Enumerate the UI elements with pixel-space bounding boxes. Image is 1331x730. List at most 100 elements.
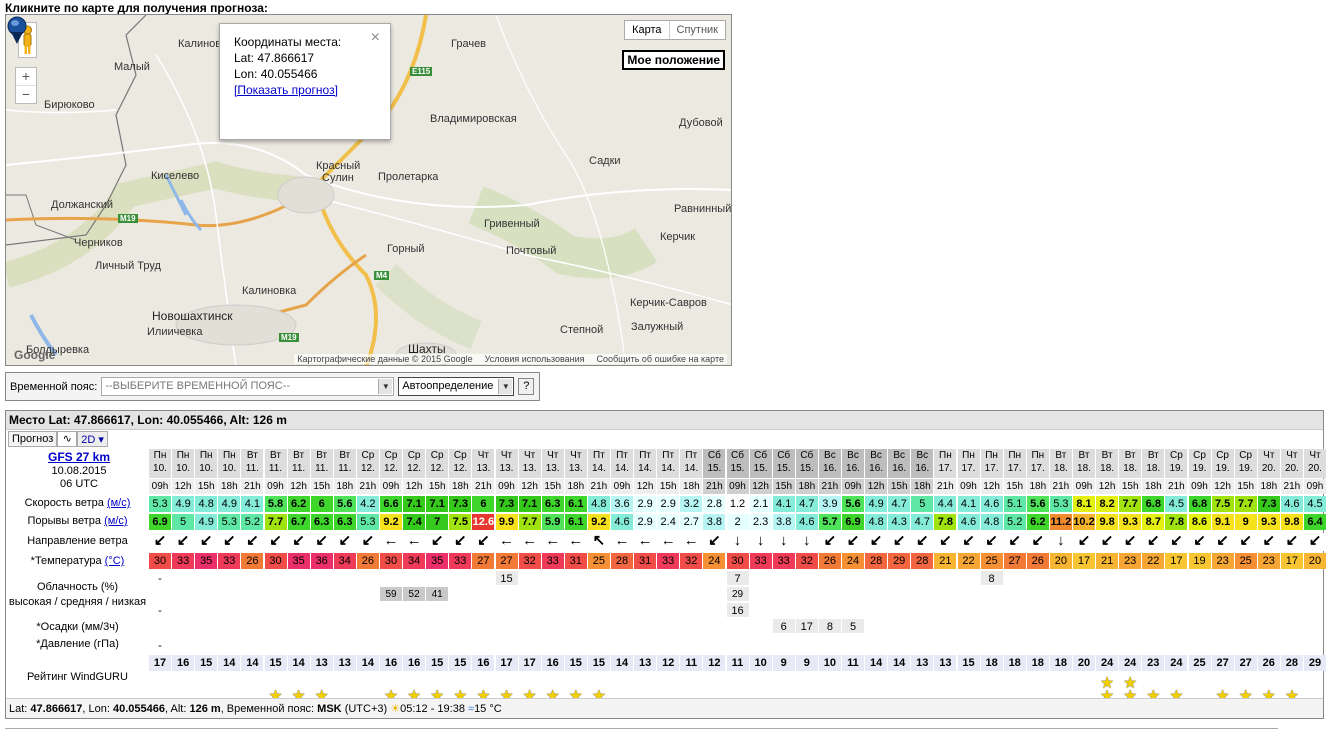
day-cell: Пт 14. xyxy=(634,449,657,478)
map-city: Киселево xyxy=(151,170,200,182)
map-type-satellite-button[interactable]: Спутник xyxy=(670,21,725,39)
wind-direction-cell: ↙ xyxy=(934,533,957,551)
day-cell: Ср 19. xyxy=(1188,449,1211,478)
my-position-button[interactable]: Мое положение xyxy=(622,50,725,70)
day-cell: Вт 18. xyxy=(1096,449,1119,478)
wind-speed-cell: 7.1 xyxy=(403,496,426,512)
map-city: Керчик xyxy=(660,231,696,243)
wind-speed-cell: 6 xyxy=(310,496,333,512)
wind-speed-cell: 6.1 xyxy=(564,496,587,512)
wind-direction-cell: ↓ xyxy=(1049,533,1072,551)
zoom-in-button[interactable]: + xyxy=(16,68,36,85)
pressure-cell: 16 xyxy=(541,655,564,671)
coordinates-popup: × Координаты места: Lat: 47.866617 Lon: … xyxy=(219,23,391,140)
day-cell: Ср 19. xyxy=(1211,449,1234,478)
gust-cell: 5.3 xyxy=(356,514,379,530)
road-label: M19 xyxy=(279,333,299,342)
wind-speed-cell: 8.1 xyxy=(1073,496,1095,512)
wind-direction-cell: ↙ xyxy=(1280,533,1303,551)
temperature-cell: 30 xyxy=(264,553,287,569)
map-pin-icon[interactable] xyxy=(6,15,28,45)
timezone-select[interactable]: --ВЫБЕРИТЕ ВРЕМЕННОЙ ПОЯС-- ▼ xyxy=(101,377,395,396)
temperature-cell: 28 xyxy=(611,553,633,569)
gust-unit-link[interactable]: (м/с) xyxy=(104,515,127,527)
day-cell: Сб 15. xyxy=(772,449,795,478)
tab-forecast[interactable]: Прогноз xyxy=(8,431,58,447)
wind-speed-cell: 5.3 xyxy=(149,496,171,512)
pressure-cell: 15 xyxy=(264,655,287,671)
wind-speed-cell: 4.8 xyxy=(195,496,218,512)
day-cell: Пн 10. xyxy=(172,449,195,478)
cloud-high-cell: 15 xyxy=(495,571,518,585)
wind-speed-cell: 7.3 xyxy=(1257,496,1280,512)
day-cell: Вт 18. xyxy=(1142,449,1165,478)
show-forecast-link[interactable]: [Показать прогноз] xyxy=(234,83,338,97)
map-city: Керчик-Савров xyxy=(630,297,707,309)
wind-speed-cell: 1.2 xyxy=(726,496,749,512)
pressure-cell: 13 xyxy=(333,655,356,671)
gust-cell: 9.1 xyxy=(1211,514,1234,530)
pressure-cell: 12 xyxy=(657,655,680,671)
temp-unit-link[interactable]: (°C) xyxy=(105,555,125,567)
temperature-cell: 35 xyxy=(426,553,449,569)
gust-cell: 3.8 xyxy=(703,514,726,530)
wind-speed-cell: 7.3 xyxy=(495,496,518,512)
gust-cell: 2.3 xyxy=(749,514,772,530)
terms-link[interactable]: Условия использования xyxy=(485,354,585,364)
wind-unit-link[interactable]: (м/с) xyxy=(107,497,130,509)
day-cell: Ср 12. xyxy=(356,449,379,478)
wind-direction-cell: ↙ xyxy=(218,533,241,551)
pressure-cell: 16 xyxy=(172,655,195,671)
hour-cell: 21h xyxy=(818,479,841,494)
view-mode-select[interactable]: 2D ▾ xyxy=(77,431,108,447)
wind-direction-cell: ↙ xyxy=(1142,533,1165,551)
pressure-cell: 28 xyxy=(1280,655,1303,671)
map-city: Гривенный xyxy=(484,218,540,230)
temperature-cell: 33 xyxy=(218,553,241,569)
wind-direction-cell: ↙ xyxy=(1003,533,1026,551)
wind-speed-cell: 4.1 xyxy=(772,496,795,512)
wind-direction-cell: ← xyxy=(380,533,402,551)
cloud-high-cell: 8 xyxy=(980,571,1003,585)
temperature-cell: 27 xyxy=(472,553,495,569)
day-cell: Сб 15. xyxy=(726,449,749,478)
gust-cell: 4.6 xyxy=(611,514,633,530)
wind-speed-cell: 4.9 xyxy=(218,496,241,512)
wind-direction-cell: ↙ xyxy=(264,533,287,551)
wind-speed-cell: 4.8 xyxy=(587,496,610,512)
zoom-out-button[interactable]: − xyxy=(16,85,36,103)
gust-cell: 6.3 xyxy=(310,514,333,530)
gust-cell: 4.6 xyxy=(795,514,818,530)
map-city: Горный xyxy=(387,243,425,255)
wind-direction-cell: ↙ xyxy=(1257,533,1280,551)
close-icon[interactable]: × xyxy=(371,30,380,46)
wind-speed-cell: 4.4 xyxy=(934,496,957,512)
temperature-label: *Температура (°C) xyxy=(30,555,125,567)
pressure-cell: 24 xyxy=(1165,655,1188,671)
wind-direction-cell: ← xyxy=(680,533,703,551)
gust-cell: 7.8 xyxy=(934,514,957,530)
map-type-map-button[interactable]: Карта xyxy=(625,21,670,39)
zoom-control: + − xyxy=(15,67,37,104)
wind-direction-cell: ↙ xyxy=(472,533,495,551)
day-cell: Чт 13. xyxy=(472,449,495,478)
gust-cell: 2.7 xyxy=(680,514,703,530)
model-link[interactable]: GFS 27 km xyxy=(48,450,110,464)
report-error-link[interactable]: Сообщить об ошибке на карте xyxy=(597,354,724,364)
wind-speed-cell: 4.5 xyxy=(1304,496,1326,512)
map-city: Грачев xyxy=(451,38,487,50)
auto-detect-select[interactable]: Автоопределение ▼ xyxy=(398,377,515,396)
graph-icon[interactable]: ∿ xyxy=(57,431,78,447)
timezone-label: Временной пояс: xyxy=(10,380,98,393)
help-button[interactable]: ? xyxy=(518,378,535,395)
pressure-cell: 13 xyxy=(934,655,957,671)
sun-icon: ☀ xyxy=(390,703,401,715)
cloud-mid-cell: 59 xyxy=(380,587,402,601)
gust-cell: 5.3 xyxy=(218,514,241,530)
chevron-down-icon: ▼ xyxy=(498,379,513,394)
hour-cell: 21h xyxy=(1280,479,1303,494)
gust-cell: 4.9 xyxy=(195,514,218,530)
pressure-cell: 23 xyxy=(1142,655,1165,671)
pressure-cell: 26 xyxy=(1257,655,1280,671)
map[interactable]: Калинов Грачев Малый Бирюково Владимиров… xyxy=(5,14,732,366)
